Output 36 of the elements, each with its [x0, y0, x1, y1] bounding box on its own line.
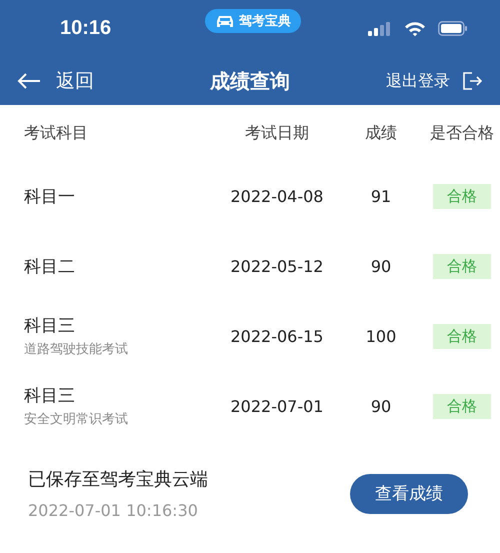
- view-results-button[interactable]: 查看成绩: [350, 474, 468, 514]
- result-badge: 合格: [433, 324, 491, 348]
- column-header: 考试日期: [245, 122, 309, 144]
- result-badge: 合格: [433, 254, 491, 278]
- column-header: 是否合格: [430, 122, 494, 144]
- subject-name: 科目三: [24, 385, 76, 407]
- score: 100: [366, 326, 396, 346]
- battery-icon: [438, 21, 468, 36]
- score: 90: [370, 256, 392, 276]
- exam-date: 2022-07-01: [230, 396, 324, 416]
- page-title: 成绩查询: [210, 68, 290, 94]
- subject-subtitle: 安全文明常识考试: [24, 411, 129, 428]
- result-badge: 合格: [433, 394, 491, 418]
- signal-icon: [368, 22, 392, 36]
- saved-message: 已保存至驾考宝典云端: [28, 468, 208, 491]
- back-arrow-icon: [16, 72, 42, 90]
- column-header: 考试科目: [24, 122, 89, 144]
- exam-date: 2022-05-12: [230, 256, 324, 276]
- exam-date: 2022-04-08: [230, 186, 324, 206]
- score: 90: [370, 396, 392, 416]
- wifi-icon: [404, 20, 426, 36]
- logout-button[interactable]: 退出登录: [386, 70, 482, 92]
- logout-icon: [462, 72, 482, 90]
- app-badge: 驾考宝典: [205, 9, 301, 33]
- status-time: 10:16: [60, 17, 112, 40]
- result-badge: 合格: [433, 184, 491, 208]
- subject-name: 科目三: [24, 315, 76, 337]
- score: 91: [370, 186, 392, 206]
- subject-name: 科目二: [24, 256, 76, 278]
- saved-timestamp: 2022-07-01 10:16:30: [28, 501, 199, 520]
- column-header: 成绩: [365, 122, 397, 144]
- back-button[interactable]: 返回: [16, 68, 94, 94]
- subject-subtitle: 道路驾驶技能考试: [24, 341, 129, 358]
- car-icon: [215, 14, 235, 28]
- subject-name: 科目一: [24, 186, 76, 208]
- exam-date: 2022-06-15: [230, 326, 324, 346]
